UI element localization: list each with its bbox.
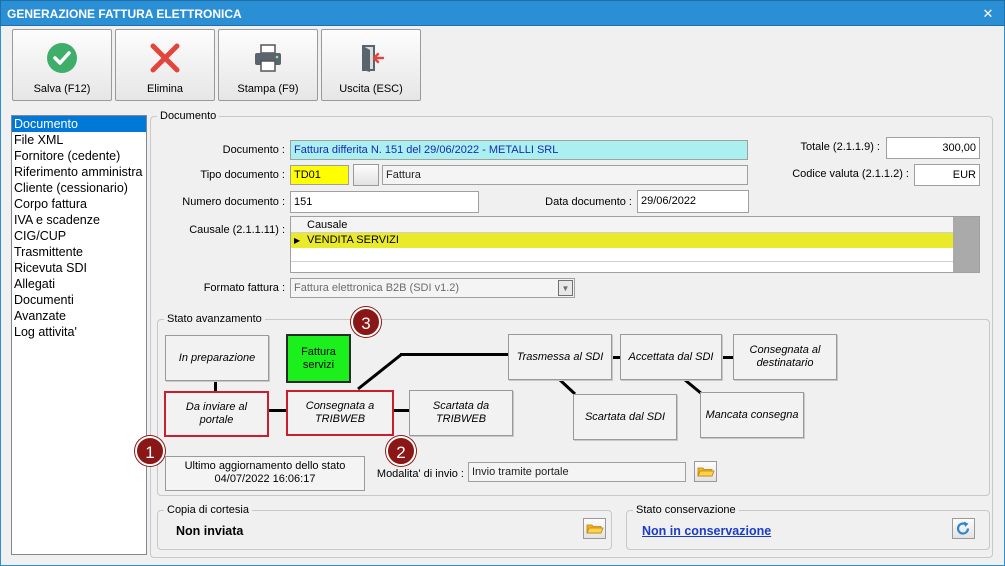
state-consegnata-tribweb[interactable]: Consegnata a TRIBWEB: [286, 390, 394, 436]
state-mancata-consegna[interactable]: Mancata consegna: [700, 392, 804, 438]
copia-cortesia-open-button[interactable]: [583, 518, 606, 539]
copia-cortesia-title: Copia di cortesia: [164, 503, 252, 517]
state-trasmessa-sdi[interactable]: Trasmessa al SDI: [508, 334, 612, 380]
state-consegnata-destinatario[interactable]: Consegnata al destinatario: [733, 334, 837, 380]
state-in-preparazione[interactable]: In preparazione: [165, 335, 269, 381]
badge-1: 1: [135, 436, 165, 466]
state-da-inviare[interactable]: Da inviare al portale: [164, 391, 269, 437]
copia-cortesia-value: Non inviata: [176, 524, 244, 538]
modalita-invio-label: Modalita' di invio :: [376, 468, 464, 480]
folder-icon: [697, 467, 715, 477]
folder-icon: [586, 524, 604, 534]
state-fattura-servizi[interactable]: Fattura servizi: [286, 334, 351, 383]
refresh-icon: [956, 521, 970, 535]
modalita-open-button[interactable]: [694, 461, 717, 482]
badge-2: 2: [386, 436, 416, 466]
connector-line: [357, 352, 403, 391]
connector-line: [558, 378, 577, 396]
refresh-button[interactable]: [952, 518, 975, 539]
stato-conservazione-link[interactable]: Non in conservazione: [642, 524, 771, 538]
state-accettata-sdi[interactable]: Accettata dal SDI: [620, 334, 722, 380]
state-scartata-tribweb[interactable]: Scartata da TRIBWEB: [409, 390, 513, 436]
ultimo-aggiornamento-line2: 04/07/2022 16:06:17: [214, 473, 316, 485]
modalita-invio-field: Invio tramite portale: [468, 462, 686, 482]
ultimo-aggiornamento-line1: Ultimo aggiornamento dello stato: [184, 460, 346, 472]
stato-conservazione-title: Stato conservazione: [633, 503, 739, 517]
state-scartata-sdi[interactable]: Scartata dal SDI: [573, 394, 677, 440]
badge-3: 3: [351, 307, 381, 337]
ultimo-aggiornamento-box: Ultimo aggiornamento dello stato 04/07/2…: [165, 456, 365, 491]
